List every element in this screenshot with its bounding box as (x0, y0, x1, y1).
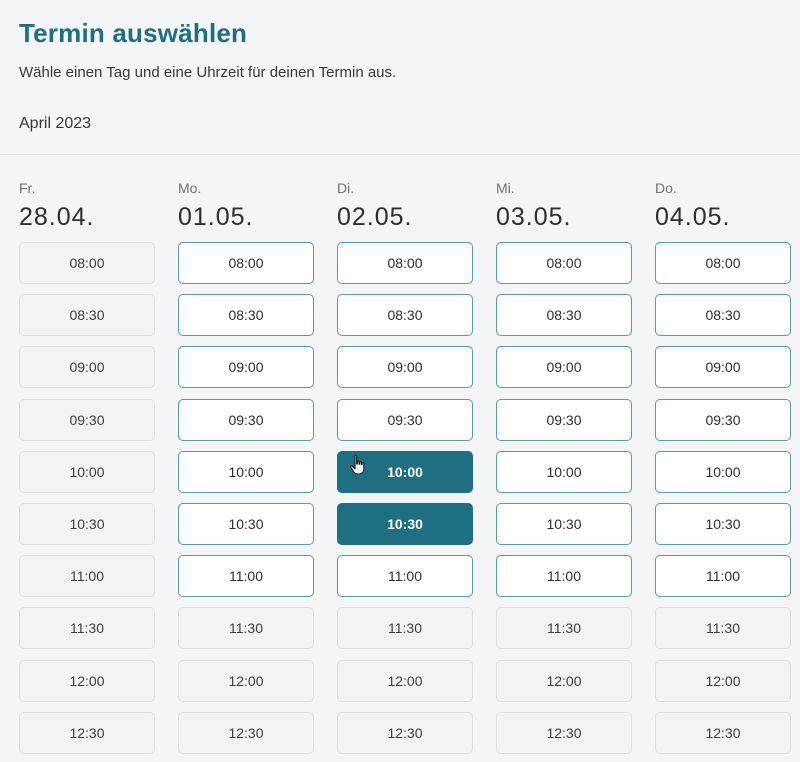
day-weekday: Mo. (178, 180, 202, 196)
time-slot-available[interactable]: 11:00 (178, 555, 314, 597)
time-slot-available[interactable]: 10:30 (178, 503, 314, 545)
time-slot-disabled: 12:00 (19, 660, 155, 702)
time-slot-disabled: 10:30 (19, 503, 155, 545)
time-slot-available[interactable]: 09:30 (655, 399, 791, 441)
time-slot-available[interactable]: 11:00 (337, 555, 473, 597)
day-weekday: Fr. (19, 180, 36, 196)
time-slot-disabled: 12:00 (496, 660, 632, 702)
day-weekday: Mi. (496, 180, 515, 196)
day-date: 28.04. (19, 203, 95, 231)
time-slot-available[interactable]: 08:00 (337, 242, 473, 284)
time-slot-available[interactable]: 10:00 (178, 451, 314, 493)
time-slot-disabled: 12:00 (337, 660, 473, 702)
time-slot-available[interactable]: 10:00 (655, 451, 791, 493)
time-slot-disabled: 08:00 (19, 242, 155, 284)
time-slot-available[interactable]: 08:30 (178, 294, 314, 336)
day-date: 04.05. (655, 203, 731, 231)
time-slot-available[interactable]: 09:30 (178, 399, 314, 441)
day-date: 03.05. (496, 203, 572, 231)
time-slot-available[interactable]: 09:00 (655, 346, 791, 388)
time-slot-available[interactable]: 09:00 (337, 346, 473, 388)
day-column: Do. 04.05. 08:00 08:30 09:00 09:30 10:00 10:30 1… (655, 180, 793, 754)
time-slot-disabled: 09:00 (19, 346, 155, 388)
time-slot-disabled: 11:30 (337, 607, 473, 649)
time-slot-disabled: 09:30 (19, 399, 155, 441)
time-slot-disabled: 11:30 (496, 607, 632, 649)
time-slot-disabled: 11:30 (19, 607, 155, 649)
day-weekday: Do. (655, 180, 677, 196)
time-slot-available[interactable]: 09:00 (178, 346, 314, 388)
time-slot-disabled: 12:30 (496, 712, 632, 754)
time-slot-available[interactable]: 10:00 (496, 451, 632, 493)
time-slot-available[interactable]: 09:30 (337, 399, 473, 441)
day-column: Fr. 28.04. 08:00 08:30 09:00 09:30 10:00 10:30 1… (19, 180, 157, 754)
day-date: 02.05. (337, 203, 413, 231)
day-column: Mo. 01.05. 08:00 08:30 09:00 09:30 10:00 10:30 1… (178, 180, 316, 754)
time-slot-disabled: 08:30 (19, 294, 155, 336)
day-column: Di. 02.05. 08:00 08:30 09:00 09:30 10:00 10:30 1… (337, 180, 475, 754)
time-slot-available[interactable]: 08:30 (655, 294, 791, 336)
time-slot-available[interactable]: 08:30 (337, 294, 473, 336)
time-slot-available[interactable]: 08:00 (655, 242, 791, 284)
time-slot-available[interactable]: 11:00 (496, 555, 632, 597)
time-slot-disabled: 12:00 (655, 660, 791, 702)
time-slot-available[interactable]: 08:00 (178, 242, 314, 284)
time-slot-disabled: 11:00 (19, 555, 155, 597)
time-slot-selected[interactable]: 10:30 (337, 503, 473, 545)
time-slot-available[interactable]: 08:00 (496, 242, 632, 284)
time-slot-available[interactable]: 10:30 (655, 503, 791, 545)
day-column: Mi. 03.05. 08:00 08:30 09:00 09:30 10:00 10:30 1… (496, 180, 634, 754)
time-slot-disabled: 12:30 (19, 712, 155, 754)
time-slot-disabled: 12:30 (655, 712, 791, 754)
day-weekday: Di. (337, 180, 355, 196)
time-slot-disabled: 10:00 (19, 451, 155, 493)
time-slot-available[interactable]: 10:30 (496, 503, 632, 545)
time-slot-disabled: 12:30 (337, 712, 473, 754)
day-date: 01.05. (178, 203, 254, 231)
hand-pointer-icon (350, 455, 365, 475)
appointment-picker: Termin auswählen Wähle einen Tag und ein… (0, 0, 800, 762)
day-columns: Fr. 28.04. 08:00 08:30 09:00 09:30 10:00 10:30 1… (0, 0, 800, 762)
time-slot-disabled: 11:30 (178, 607, 314, 649)
time-slot-disabled: 11:30 (655, 607, 791, 649)
time-slot-disabled: 12:30 (178, 712, 314, 754)
time-slot-available[interactable]: 11:00 (655, 555, 791, 597)
time-slot-available[interactable]: 09:00 (496, 346, 632, 388)
time-slot-available[interactable]: 09:30 (496, 399, 632, 441)
time-slot-disabled: 12:00 (178, 660, 314, 702)
time-slot-available[interactable]: 08:30 (496, 294, 632, 336)
